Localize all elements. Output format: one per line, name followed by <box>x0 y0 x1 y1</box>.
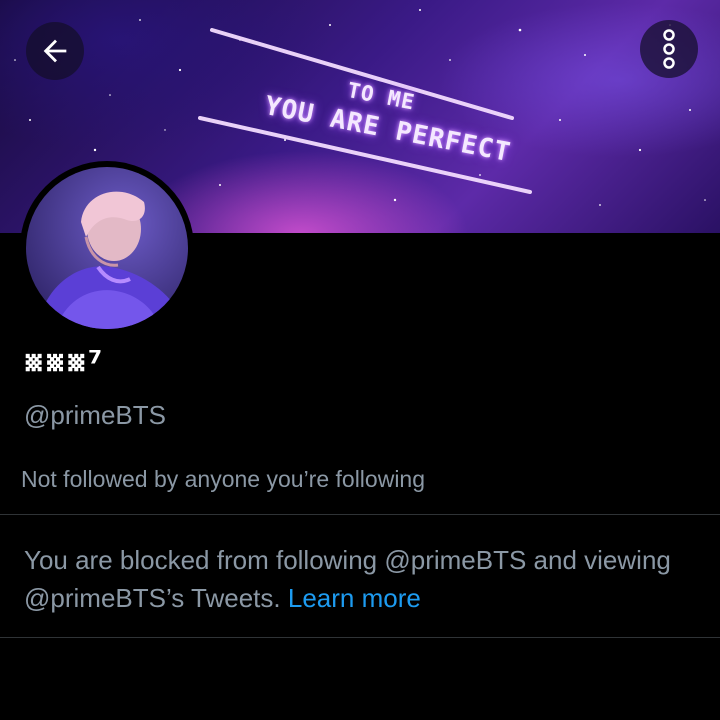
back-button[interactable] <box>26 22 84 80</box>
more-vertical-icon <box>663 29 675 69</box>
more-options-button[interactable] <box>640 20 698 78</box>
profile-handle: @primeBTS <box>24 400 166 430</box>
profile-display-name: ␧␧␧⁷ <box>24 343 105 382</box>
arrow-left-icon <box>43 39 67 63</box>
blocked-notice: You are blocked from following @primeBTS… <box>24 541 704 617</box>
followers-you-know-text: Not followed by anyone you’re following <box>21 466 426 492</box>
divider <box>0 514 720 515</box>
learn-more-link[interactable]: Learn more <box>288 583 421 613</box>
avatar[interactable] <box>20 161 194 335</box>
avatar-image <box>26 167 188 329</box>
divider <box>0 637 720 638</box>
